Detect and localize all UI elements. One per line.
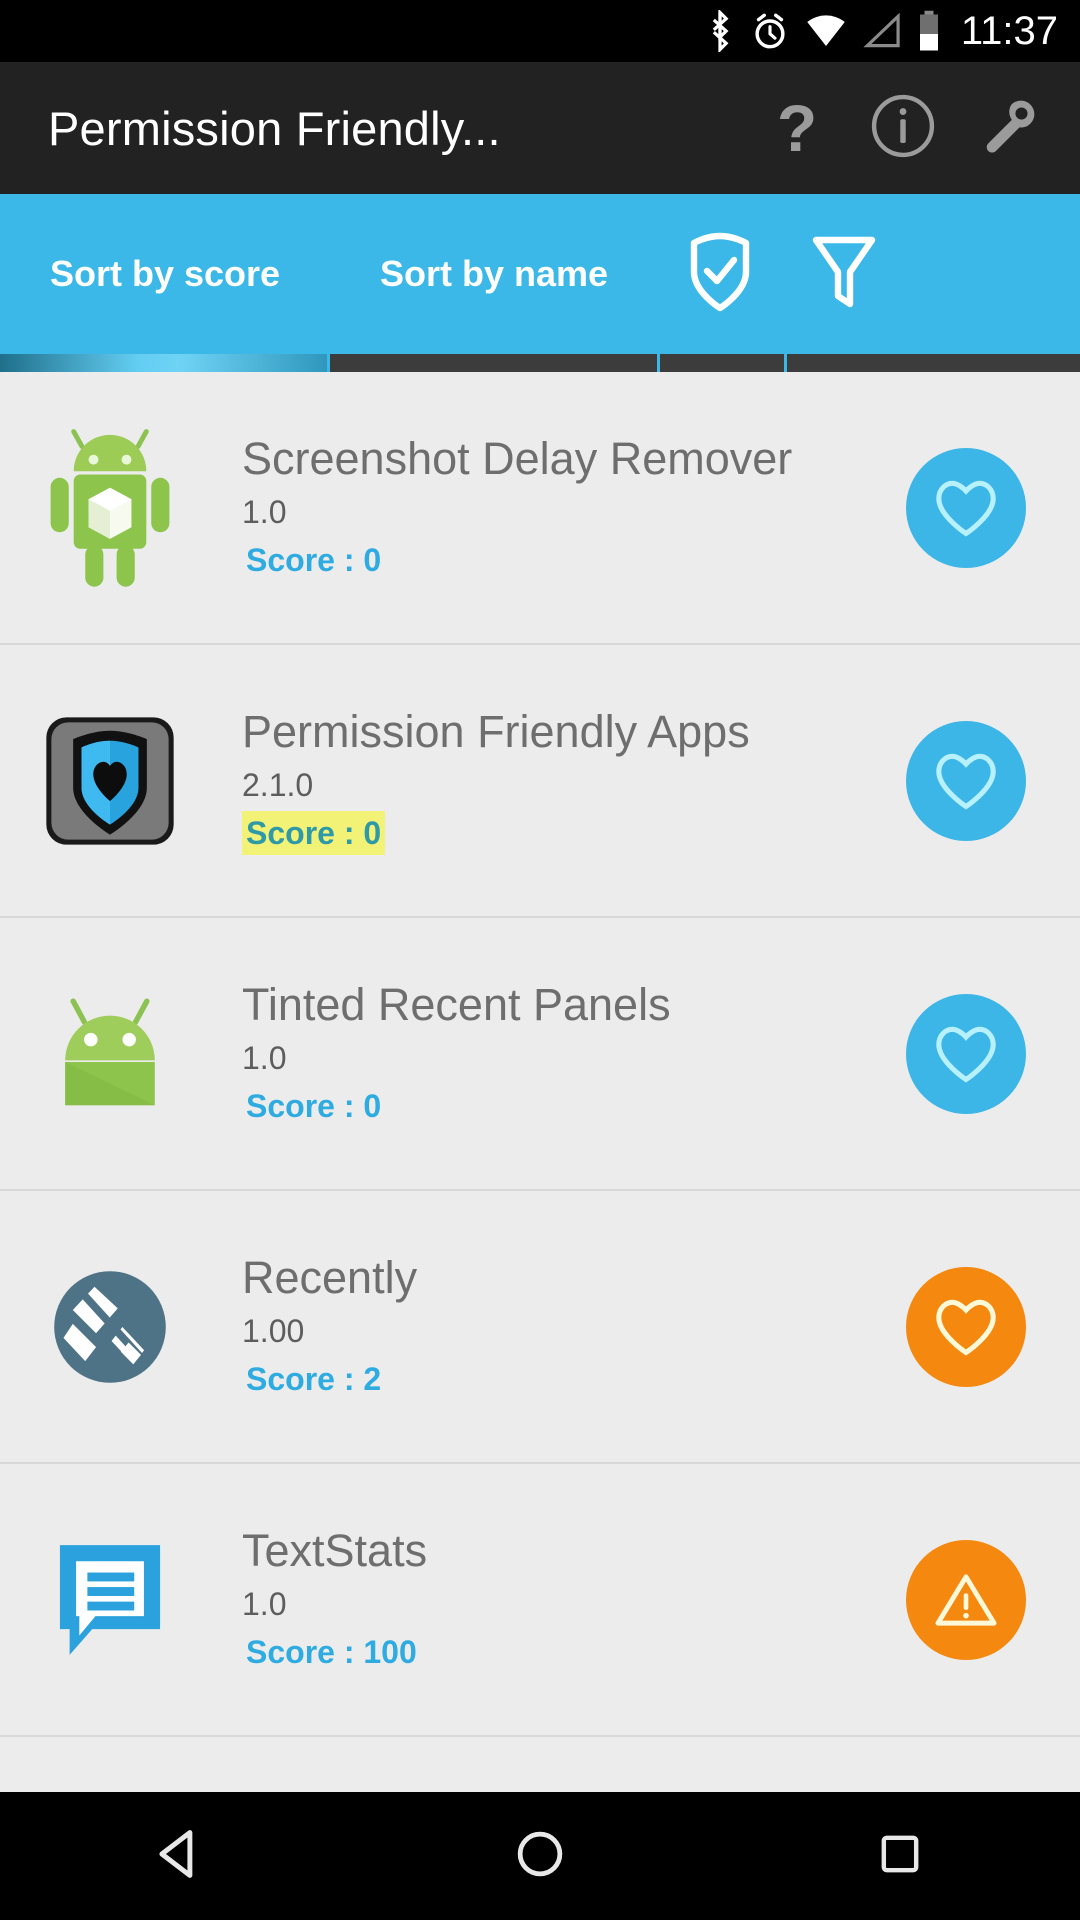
app-icon (0, 686, 220, 876)
action-bar: Permission Friendly... ? (0, 62, 1080, 194)
table-row[interactable]: TextStats 1.0 Score : 100 (0, 1464, 1080, 1737)
filter-funnel-icon (808, 230, 880, 319)
warning-badge[interactable] (876, 1539, 1056, 1660)
android-robot-box-icon (50, 429, 170, 587)
home-button[interactable] (450, 1792, 630, 1920)
question-mark-icon: ? (776, 91, 818, 165)
tab-sort-by-name-label: Sort by name (379, 253, 609, 294)
tab-sort-by-score-label: Sort by score (49, 253, 281, 294)
settings-wrench-button[interactable] (956, 73, 1062, 183)
recently-layers-icon (54, 1270, 166, 1383)
android-head-icon (65, 997, 155, 1105)
heart-icon (936, 753, 996, 810)
battery-icon (917, 10, 941, 52)
bluetooth-icon (705, 10, 735, 52)
alarm-icon (751, 11, 789, 51)
app-icon (0, 413, 220, 603)
info-icon (869, 92, 937, 165)
tab-indicator-active (0, 354, 327, 372)
badge-circle (906, 1539, 1026, 1660)
tab-indicator-2 (330, 354, 657, 372)
text-bubble-icon (59, 1544, 161, 1655)
app-icon (0, 1505, 220, 1695)
app-version: 2.1.0 (242, 767, 314, 804)
app-info: Recently 1.00 Score : 2 (220, 1252, 876, 1400)
wifi-icon (805, 13, 847, 49)
shield-heart-icon (46, 716, 174, 845)
app-version: 1.0 (242, 494, 287, 531)
app-list[interactable]: Screenshot Delay Remover 1.0 Score : 0 P… (0, 372, 1080, 1792)
favorite-badge[interactable] (876, 447, 1056, 568)
wrench-icon (972, 89, 1046, 168)
app-score: Score : 100 (246, 1633, 417, 1670)
app-score: Score : 0 (246, 1087, 382, 1124)
phone-screen: 11:37 Permission Friendly... ? Sort by s… (0, 0, 1080, 1920)
app-score: Score : 0 (242, 810, 386, 855)
app-info: Screenshot Delay Remover 1.0 Score : 0 (220, 433, 876, 581)
status-bar-clock: 11:37 (960, 9, 1058, 53)
table-row[interactable]: Recently 1.00 Score : 2 (0, 1191, 1080, 1464)
app-score: Score : 2 (246, 1360, 382, 1397)
help-button[interactable]: ? (744, 73, 850, 183)
badge-circle (906, 447, 1026, 568)
heart-icon (936, 480, 996, 537)
system-navigation-bar (0, 1792, 1080, 1920)
home-circle-icon (513, 1827, 567, 1886)
tab-verified-apps[interactable] (658, 194, 782, 354)
tab-indicator-4 (787, 354, 1080, 372)
app-info: Permission Friendly Apps 2.1.0 Score : 0 (220, 706, 876, 855)
status-bar: 11:37 (0, 0, 1080, 62)
app-name: Recently (242, 1252, 418, 1304)
badge-circle (906, 1266, 1026, 1387)
app-info: TextStats 1.0 Score : 100 (220, 1525, 876, 1673)
badge-circle (906, 993, 1026, 1114)
recents-button[interactable] (810, 1792, 990, 1920)
table-row[interactable]: Permission Friendly Apps 2.1.0 Score : 0 (0, 645, 1080, 918)
favorite-badge[interactable] (876, 1266, 1056, 1387)
app-name: TextStats (242, 1525, 428, 1577)
app-title: Permission Friendly... (48, 101, 501, 155)
info-button[interactable] (850, 73, 956, 183)
app-name: Permission Friendly Apps (242, 706, 750, 758)
table-row[interactable]: Tinted Recent Panels 1.0 Score : 0 (0, 918, 1080, 1191)
tab-indicator-3 (660, 354, 784, 372)
back-triangle-icon (152, 1826, 208, 1887)
tab-sort-by-name[interactable]: Sort by name (330, 194, 658, 354)
app-score: Score : 0 (246, 541, 382, 578)
tab-indicator-strip (0, 354, 1080, 372)
back-button[interactable] (90, 1792, 270, 1920)
badge-circle (906, 720, 1026, 841)
recents-square-icon (875, 1829, 925, 1884)
app-icon (0, 1232, 220, 1422)
tab-sort-by-score[interactable]: Sort by score (0, 194, 330, 354)
app-icon (0, 959, 220, 1149)
app-info: Tinted Recent Panels 1.0 Score : 0 (220, 979, 876, 1127)
favorite-badge[interactable] (876, 993, 1056, 1114)
app-name: Screenshot Delay Remover (242, 433, 793, 485)
heart-icon (936, 1299, 996, 1356)
cell-signal-icon (863, 13, 901, 49)
warning-triangle-icon (935, 1573, 997, 1626)
heart-icon (936, 1026, 996, 1083)
app-version: 1.0 (242, 1586, 287, 1623)
favorite-badge[interactable] (876, 720, 1056, 841)
shield-check-icon (682, 230, 758, 319)
app-version: 1.0 (242, 1040, 287, 1077)
app-version: 1.00 (242, 1313, 305, 1350)
sort-tab-bar: Sort by score Sort by name (0, 194, 1080, 354)
tab-filter[interactable] (782, 194, 906, 354)
app-name: Tinted Recent Panels (242, 979, 671, 1031)
table-row[interactable]: Screenshot Delay Remover 1.0 Score : 0 (0, 372, 1080, 645)
